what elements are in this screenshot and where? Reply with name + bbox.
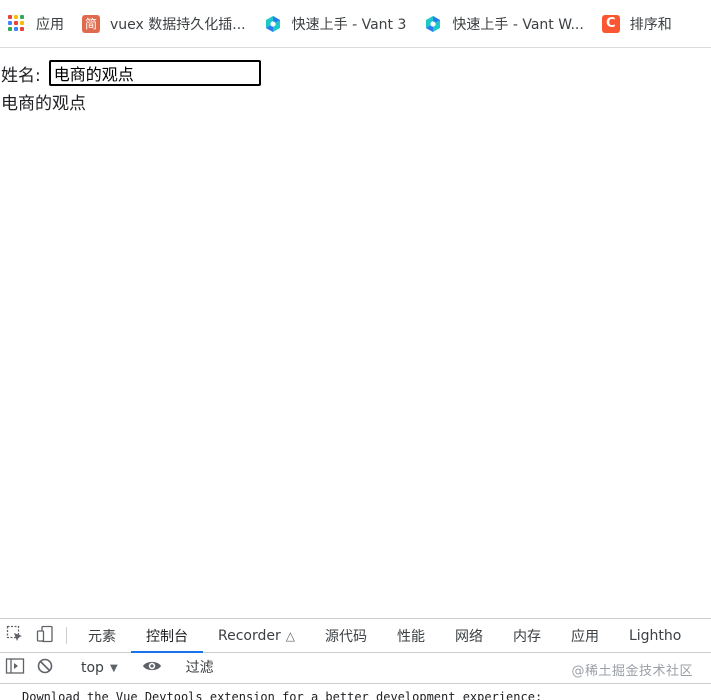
flask-icon: △ [285, 628, 295, 643]
clear-console-button[interactable] [30, 657, 60, 679]
tab-label: 控制台 [146, 628, 188, 645]
bookmark-label: 应用 [36, 16, 64, 33]
jianshu-icon: 简 [82, 14, 100, 33]
console-toolbar: top ▼ @稀土掘金技术社区 [0, 653, 711, 684]
tab-lighthouse[interactable]: Lightho [614, 619, 696, 652]
tab-label: 应用 [570, 628, 599, 645]
bookmark-label: 快速上手 - Vant W... [452, 16, 584, 33]
tab-application[interactable]: 应用 [556, 619, 614, 652]
bookmark-vuex[interactable]: 简 vuex 数据持久化插... [74, 8, 256, 40]
tab-label: 内存 [512, 628, 541, 645]
inspect-element-button[interactable] [0, 619, 30, 652]
tab-console[interactable]: 控制台 [131, 619, 203, 653]
apps-grid-icon [8, 14, 26, 33]
bookmark-label: 快速上手 - Vant 3 [291, 16, 407, 33]
tab-performance[interactable]: 性能 [382, 619, 440, 652]
device-toolbar-button[interactable] [30, 619, 60, 652]
bookmark-apps[interactable]: 应用 [0, 8, 74, 40]
bookmark-vant-weapp[interactable]: 快速上手 - Vant W... [416, 8, 593, 40]
devtools-tab-bar: 元素 控制台 Recorder △ 源代码 性能 网络 内存 应用 Lightho [0, 619, 711, 653]
caret-down-icon: ▼ [109, 662, 118, 674]
devtools-panel: 元素 控制台 Recorder △ 源代码 性能 网络 内存 应用 Lightho [0, 618, 711, 700]
tab-sources[interactable]: 源代码 [310, 619, 382, 652]
tab-recorder[interactable]: Recorder △ [203, 619, 310, 652]
csdn-icon: C [601, 14, 620, 33]
name-output-text: 电商的观点 [1, 94, 86, 114]
name-input[interactable] [48, 60, 261, 86]
tab-label: 网络 [454, 628, 483, 645]
toolbar-divider [66, 627, 67, 644]
vant-icon [424, 15, 442, 33]
tab-elements[interactable]: 元素 [73, 619, 131, 652]
vant-icon [264, 15, 282, 33]
show-sidebar-button[interactable] [0, 657, 30, 679]
bookmark-vant-3[interactable]: 快速上手 - Vant 3 [256, 8, 417, 40]
name-label: 姓名: [1, 65, 41, 86]
bookmark-label: 排序和 [629, 16, 672, 33]
tab-label: Lightho [628, 627, 682, 644]
bookmark-sort[interactable]: C 排序和 [594, 8, 682, 40]
clear-block-icon [36, 657, 54, 679]
inspect-cursor-icon [6, 625, 24, 647]
tab-label: 性能 [396, 628, 425, 645]
context-label: top [81, 660, 104, 676]
name-form-row: 姓名: [1, 60, 261, 86]
console-message: Download the Vue Devtools extension for … [22, 690, 543, 700]
watermark-text: @稀土掘金技术社区 [571, 664, 693, 679]
live-expression-button[interactable] [137, 659, 167, 677]
bookmark-label: vuex 数据持久化插... [110, 16, 246, 33]
sidebar-toggle-icon [5, 657, 25, 679]
tab-label: Recorder [218, 627, 281, 644]
device-mobile-icon [36, 625, 54, 647]
tab-network[interactable]: 网络 [440, 619, 498, 652]
tab-label: 元素 [88, 628, 116, 645]
context-selector[interactable]: top ▼ [73, 660, 124, 676]
bookmarks-bar: 应用 简 vuex 数据持久化插... 快速上手 - Vant 3 快速上手 -… [0, 0, 711, 48]
tab-label: 源代码 [324, 628, 367, 645]
tab-memory[interactable]: 内存 [498, 619, 556, 652]
eye-icon [142, 659, 162, 677]
